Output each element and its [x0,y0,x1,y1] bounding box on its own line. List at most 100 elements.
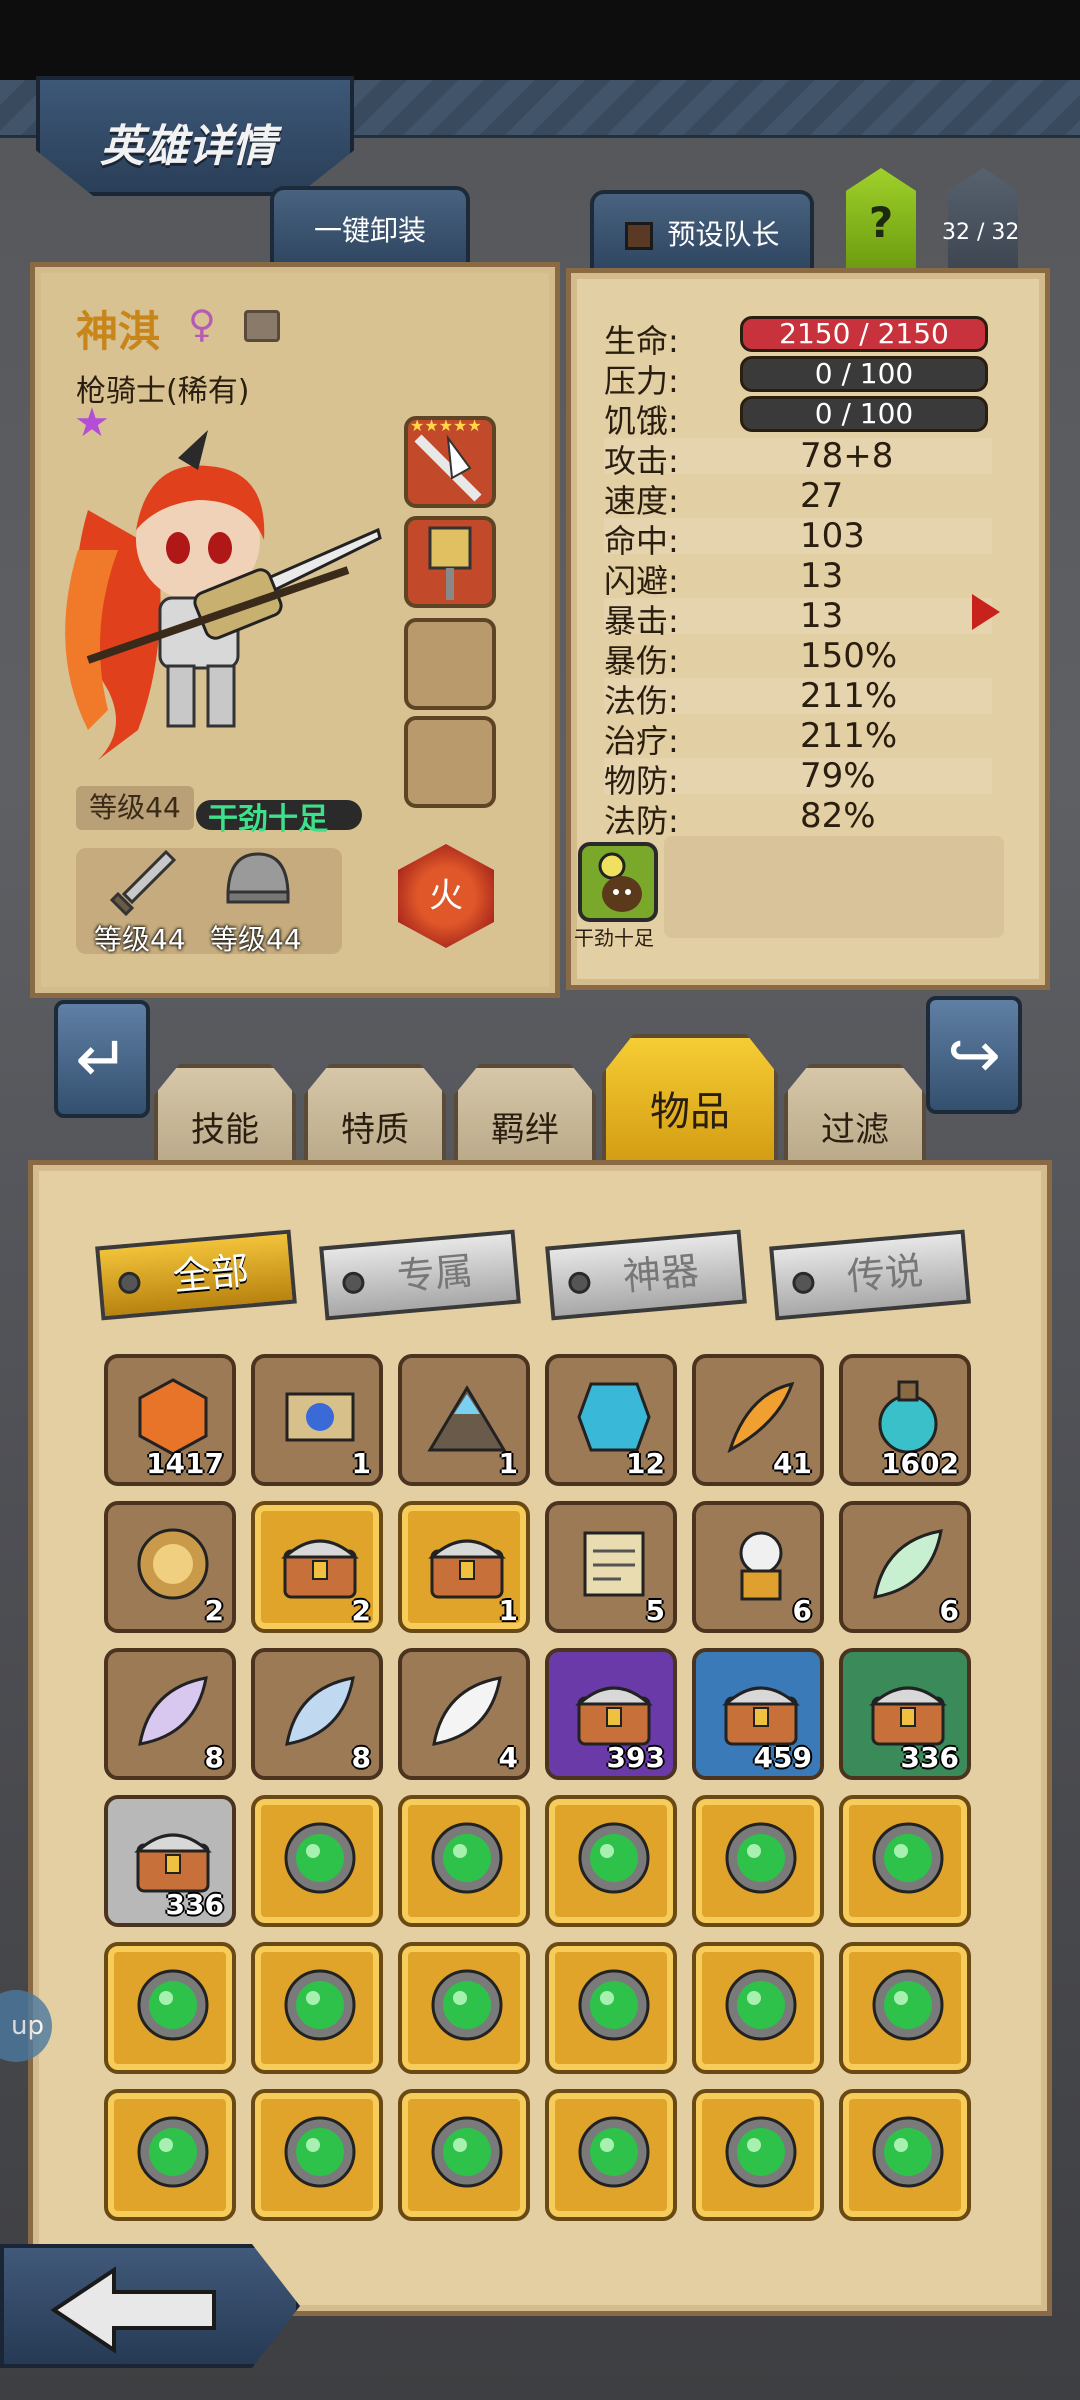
inventory-slot[interactable] [251,1942,383,2074]
inventory-slot[interactable] [545,2089,677,2221]
green-gem-icon [872,1822,944,1894]
inventory-slot[interactable] [545,1942,677,2074]
item-count: 1 [351,1447,371,1480]
inventory-slot[interactable]: 41 [692,1354,824,1486]
stat-row: 暴伤: 150% [604,636,994,680]
lightbulb-face-icon [598,852,642,912]
inventory-slot[interactable]: 5 [545,1501,677,1633]
exclusive-item-slot[interactable]: ★★★★★ [404,416,496,508]
rename-icon[interactable] [244,310,280,342]
hero-name: 神淇 [76,307,161,356]
inventory-slot[interactable] [398,1795,530,1927]
inventory-slot[interactable] [251,2089,383,2221]
preset-leader-label: 预设队长 [667,218,780,251]
inventory-slot[interactable] [839,1942,971,2074]
inventory-slot[interactable]: 8 [104,1648,236,1780]
green-gem-icon [578,1822,650,1894]
inventory-slot[interactable]: 459 [692,1648,824,1780]
stat-row: 速度: 27 [604,476,994,520]
stat-value: 27 [800,476,844,516]
radio-dot-icon [117,1270,142,1295]
inventory-slot[interactable] [104,1942,236,2074]
tab-skills[interactable]: 技能 [154,1064,296,1168]
item-count: 4 [498,1741,518,1774]
preset-leader-button[interactable]: 预设队长 [590,190,814,272]
item-count: 12 [626,1447,665,1480]
inventory-slot[interactable]: 336 [104,1795,236,1927]
inventory-slot[interactable]: 4 [398,1648,530,1780]
inventory-slot[interactable]: 336 [839,1648,971,1780]
inventory-slot[interactable]: 1417 [104,1354,236,1486]
inventory-slot[interactable] [251,1795,383,1927]
tab-filter[interactable]: 过滤 [784,1064,926,1168]
inventory-slot[interactable]: 1602 [839,1354,971,1486]
inventory-slot[interactable] [398,2089,530,2221]
inventory-slot[interactable]: 2 [251,1501,383,1633]
helmet-icon[interactable] [220,844,296,920]
stat-value: 79% [800,756,876,796]
back-button[interactable] [0,2244,300,2368]
title-plate: 英雄详情 [36,76,354,196]
radio-dot-icon [567,1270,592,1295]
stat-value: 211% [800,676,898,716]
inventory-slot[interactable] [545,1795,677,1927]
hero-count-text: 32 / 32 [942,220,1020,245]
stress-bar: 0 / 100 [740,356,988,392]
unequip-all-label: 一键卸装 [313,214,426,247]
tab-bonds[interactable]: 羁绊 [454,1064,596,1168]
item-count: 2 [351,1594,371,1627]
stat-value: 103 [800,516,865,556]
item-count: 1 [498,1594,518,1627]
item-count: 8 [351,1741,371,1774]
purple-feather-icon [138,1676,208,1746]
weapon-slot[interactable] [404,516,496,608]
inventory-slot[interactable] [692,1795,824,1927]
treasure-chest-icon [281,1539,359,1599]
stat-value: 78+8 [800,436,894,476]
green-gem-icon [431,1969,503,2041]
unequip-all-button[interactable]: 一键卸装 [270,186,470,268]
inventory-slot[interactable]: 12 [545,1354,677,1486]
green-gem-icon [578,2116,650,2188]
status-text: 干劲十足 [208,802,328,837]
checkbox-icon[interactable] [624,222,653,250]
magic-scroll-icon [285,1392,355,1442]
tab-traits[interactable]: 特质 [304,1064,446,1168]
green-gem-icon [872,2116,944,2188]
empty-slot-2[interactable] [404,716,496,808]
item-count: 6 [939,1594,959,1627]
next-hero-button[interactable]: ↪ [926,996,1022,1114]
inventory-slot[interactable]: 393 [545,1648,677,1780]
stat-row: 闪避: 13 [604,556,994,600]
inventory-slot[interactable] [104,2089,236,2221]
inventory-slot[interactable] [692,2089,824,2221]
green-gem-icon [431,1822,503,1894]
inventory-slot[interactable]: 1 [398,1501,530,1633]
inventory-slot[interactable]: 1 [251,1354,383,1486]
stat-value: 13 [800,596,844,636]
item-count: 1 [498,1447,518,1480]
trait-energetic-icon[interactable] [578,842,658,922]
blue-feather-icon [285,1676,355,1746]
inventory-slot[interactable]: 6 [839,1501,971,1633]
inventory-slot[interactable] [692,1942,824,2074]
prev-hero-button[interactable]: ↵ [54,1000,150,1118]
inventory-slot[interactable]: 2 [104,1501,236,1633]
sword-icon[interactable] [108,846,180,918]
inventory-slot[interactable]: 6 [692,1501,824,1633]
crystal-pile-icon [427,1385,507,1452]
page-title: 英雄详情 [100,121,276,172]
radio-dot-icon [791,1270,816,1295]
green-gem-icon [284,1822,356,1894]
item-count: 8 [204,1741,224,1774]
inventory-slot[interactable] [839,1795,971,1927]
inventory-slot[interactable] [839,2089,971,2221]
tab-items[interactable]: 物品 [602,1034,778,1168]
empty-slot-1[interactable] [404,618,496,710]
trait-label: 干劲十足 [574,926,654,950]
trait-box [664,836,1004,938]
inventory-slot[interactable]: 8 [251,1648,383,1780]
inventory-slot[interactable]: 1 [398,1354,530,1486]
stats-next-arrow-icon[interactable] [972,594,1000,630]
inventory-slot[interactable] [398,1942,530,2074]
